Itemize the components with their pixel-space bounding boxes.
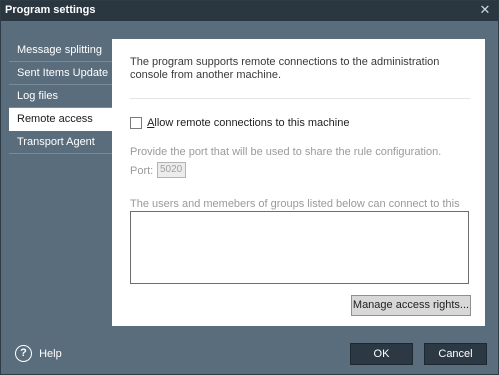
divider	[130, 98, 470, 99]
port-description: Provide the port that will be used to sh…	[130, 146, 442, 158]
sidebar-item-transport-agent[interactable]: Transport Agent	[9, 131, 113, 154]
intro-text: The program supports remote connections …	[130, 56, 440, 81]
program-settings-window: Program settings ✕ Message splitting Sen…	[0, 0, 499, 375]
window-title: Program settings	[5, 4, 96, 16]
port-row: Port: 5020	[130, 162, 186, 178]
port-label: Port:	[130, 165, 154, 177]
manage-access-rights-button[interactable]: Manage access rights...	[351, 295, 471, 316]
users-list[interactable]	[130, 211, 469, 284]
sidebar-item-sent-items-update[interactable]: Sent Items Update	[9, 62, 113, 85]
help-label: Help	[39, 347, 62, 360]
sidebar-item-message-splitting[interactable]: Message splitting	[9, 39, 113, 62]
sidebar-item-remote-access[interactable]: Remote access	[9, 108, 114, 131]
close-icon[interactable]: ✕	[478, 3, 492, 17]
title-bar: Program settings ✕	[1, 1, 498, 21]
allow-remote-label[interactable]: Allow remote connections to this machine	[147, 117, 349, 129]
allow-remote-label-text: llow remote connections to this machine	[154, 117, 350, 130]
settings-sidebar: Message splitting Sent Items Update Log …	[7, 39, 114, 154]
remote-access-panel: The program supports remote connections …	[112, 39, 485, 326]
port-field[interactable]: 5020	[157, 162, 186, 178]
help-icon: ?	[15, 345, 32, 362]
allow-remote-checkbox[interactable]	[130, 117, 142, 130]
help-link[interactable]: ? Help	[15, 345, 62, 362]
allow-remote-row[interactable]: Allow remote connections to this machine	[130, 117, 349, 130]
cancel-button[interactable]: Cancel	[424, 343, 487, 365]
ok-button[interactable]: OK	[350, 343, 413, 365]
sidebar-item-log-files[interactable]: Log files	[9, 85, 113, 108]
